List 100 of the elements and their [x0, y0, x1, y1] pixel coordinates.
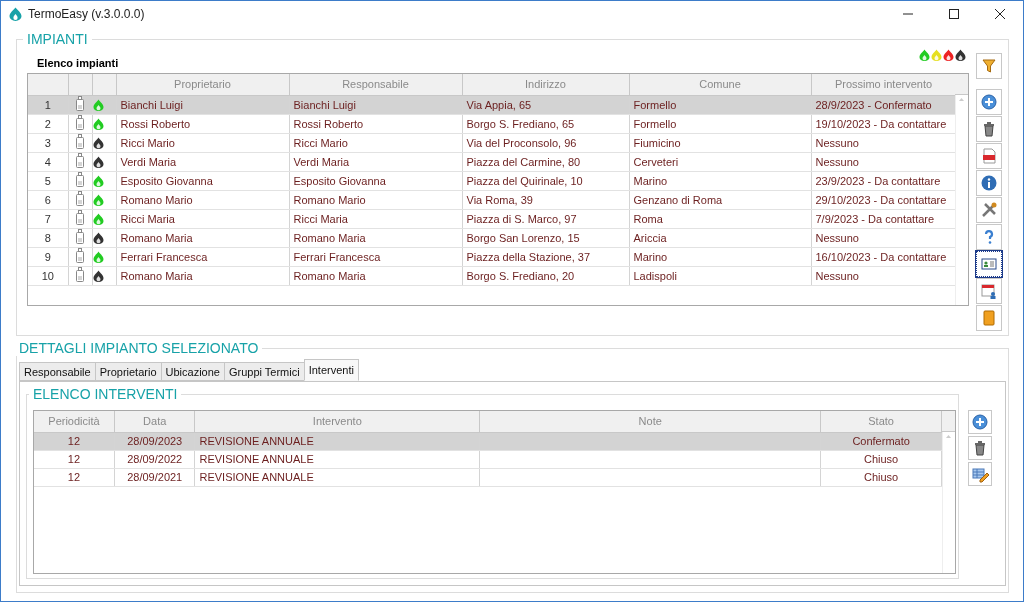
- table-row[interactable]: 3 Ricci Mario Ricci Mario Via del Proconsolo, 96 Fiumicino Nessuno: [28, 133, 956, 152]
- table-cell: Verdi Maria: [116, 152, 289, 171]
- row-number: 4: [28, 152, 68, 171]
- table-row[interactable]: 9 Ferrari Francesca Ferrari Francesca Piazza della Stazione, 37 Marino 16/10/2023 - Da contattare: [28, 247, 956, 266]
- device-icon: [75, 266, 85, 283]
- table-cell: Rossi Roberto: [116, 114, 289, 133]
- device-icon: [75, 152, 85, 169]
- app-icon: [9, 7, 22, 21]
- add-button[interactable]: [968, 410, 992, 434]
- calendar-user-icon: [980, 282, 998, 300]
- table-cell: Chiuso: [820, 468, 942, 486]
- tab[interactable]: Responsabile: [19, 362, 96, 381]
- table-cell: Romano Maria: [289, 228, 462, 247]
- calendar-button[interactable]: [976, 278, 1002, 304]
- table-cell: Genzano di Roma: [629, 190, 811, 209]
- table-cell: Ricci Mario: [116, 133, 289, 152]
- device-icon: [75, 133, 85, 150]
- table-row[interactable]: 7 Ricci Maria Ricci Maria Piazza di S. Marco, 97 Roma 7/9/2023 - Da contattare: [28, 209, 956, 228]
- table-row[interactable]: 12 28/09/2023 REVISIONE ANNUALE Confermato: [34, 432, 942, 450]
- table-row[interactable]: 10 Romano Maria Romano Maria Borgo S. Frediano, 20 Ladispoli Nessuno: [28, 266, 956, 285]
- table-cell: Borgo S. Frediano, 20: [462, 266, 629, 285]
- table-cell: Marino: [629, 171, 811, 190]
- funnel-icon: [980, 57, 998, 75]
- table-cell: Borgo S. Frediano, 65: [462, 114, 629, 133]
- row-number: 6: [28, 190, 68, 209]
- table-cell: Fiumicino: [629, 133, 811, 152]
- info-icon: [980, 174, 998, 192]
- card-button[interactable]: [976, 251, 1002, 277]
- row-number: 3: [28, 133, 68, 152]
- pdf-button[interactable]: [976, 143, 1002, 169]
- device-icon: [75, 171, 85, 188]
- table-cell: Via del Proconsolo, 96: [462, 133, 629, 152]
- table-cell: Romano Mario: [289, 190, 462, 209]
- row-number: 9: [28, 247, 68, 266]
- table-pencil-icon: [971, 465, 989, 483]
- table-cell: Verdi Maria: [289, 152, 462, 171]
- table-row[interactable]: 2 Rossi Roberto Rossi Roberto Borgo S. Frediano, 65 Formello 19/10/2023 - Da contattare: [28, 114, 956, 133]
- add-icon: [980, 93, 998, 111]
- device-icon: [75, 114, 85, 131]
- table-cell: Rossi Roberto: [289, 114, 462, 133]
- table-cell: Ricci Mario: [289, 133, 462, 152]
- device-icon: [75, 228, 85, 245]
- row-number: 5: [28, 171, 68, 190]
- help-button[interactable]: [976, 224, 1002, 250]
- row-number: 2: [28, 114, 68, 133]
- table-cell: REVISIONE ANNUALE: [194, 468, 480, 486]
- table-cell: 28/09/2021: [114, 468, 195, 486]
- table-cell: Marino: [629, 247, 811, 266]
- tools-icon: [980, 201, 998, 219]
- close-icon: [995, 9, 1005, 19]
- table-row[interactable]: 1 Bianchi Luigi Bianchi Luigi Via Appia, 65 Formello 28/9/2023 - Confermato: [28, 95, 956, 114]
- table-cell: Piazza di S. Marco, 97: [462, 209, 629, 228]
- table-row[interactable]: 6 Romano Mario Romano Mario Via Roma, 39 Genzano di Roma 29/10/2023 - Da contattare: [28, 190, 956, 209]
- table-row[interactable]: 12 28/09/2021 REVISIONE ANNUALE Chiuso: [34, 468, 942, 486]
- table-cell: Ladispoli: [629, 266, 811, 285]
- table-row[interactable]: 4 Verdi Maria Verdi Maria Piazza del Carmine, 80 Cerveteri Nessuno: [28, 152, 956, 171]
- tab[interactable]: Proprietario: [94, 362, 162, 381]
- section-title: ELENCO INTERVENTI: [32, 386, 179, 402]
- table-cell: Via Roma, 39: [462, 190, 629, 209]
- table-row[interactable]: 12 28/09/2022 REVISIONE ANNUALE Chiuso: [34, 450, 942, 468]
- add-icon: [971, 413, 989, 431]
- table-cell: Romano Maria: [116, 266, 289, 285]
- filter-button[interactable]: [976, 53, 1002, 79]
- table-cell: Esposito Giovanna: [289, 171, 462, 190]
- table-row[interactable]: 8 Romano Maria Romano Maria Borgo San Lorenzo, 15 Ariccia Nessuno: [28, 228, 956, 247]
- row-number: 10: [28, 266, 68, 285]
- device-icon: [75, 190, 85, 207]
- table-cell: Piazza del Carmine, 80: [462, 152, 629, 171]
- info-button[interactable]: [976, 170, 1002, 196]
- table-cell: Piazza del Quirinale, 10: [462, 171, 629, 190]
- tab[interactable]: Gruppi Termici: [223, 362, 305, 381]
- table-cell: Roma: [629, 209, 811, 228]
- table-cell: Ferrari Francesca: [289, 247, 462, 266]
- device-icon: [75, 95, 85, 112]
- edit-button[interactable]: [968, 462, 992, 486]
- tools-button[interactable]: [976, 197, 1002, 223]
- table-cell: Romano Maria: [116, 228, 289, 247]
- table-cell: Ricci Maria: [289, 209, 462, 228]
- tab[interactable]: Ubicazione: [160, 362, 225, 381]
- book-button[interactable]: [976, 305, 1002, 331]
- table-cell: Borgo San Lorenzo, 15: [462, 228, 629, 247]
- device-icon: [75, 209, 85, 226]
- window-title: TermoEasy (v.3.0.0.0): [28, 7, 146, 21]
- delete-button[interactable]: [976, 116, 1002, 142]
- tab[interactable]: Interventi: [303, 359, 359, 381]
- add-button[interactable]: [976, 89, 1002, 115]
- table-cell: Chiuso: [820, 450, 942, 468]
- section-title: IMPIANTI: [26, 31, 89, 47]
- list-title: Elenco impianti: [37, 57, 119, 69]
- delete-button[interactable]: [968, 436, 992, 460]
- book-icon: [980, 309, 998, 327]
- pdf-icon: [980, 147, 998, 165]
- table-cell: 28/09/2022: [114, 450, 195, 468]
- table-cell: Esposito Giovanna: [116, 171, 289, 190]
- maximize-icon: [949, 9, 959, 19]
- table-cell: Piazza della Stazione, 37: [462, 247, 629, 266]
- table-cell: Romano Maria: [289, 266, 462, 285]
- table-row[interactable]: 5 Esposito Giovanna Esposito Giovanna Piazza del Quirinale, 10 Marino 23/9/2023 - Da contattare: [28, 171, 956, 190]
- table-cell: Ferrari Francesca: [116, 247, 289, 266]
- table-cell: Ariccia: [629, 228, 811, 247]
